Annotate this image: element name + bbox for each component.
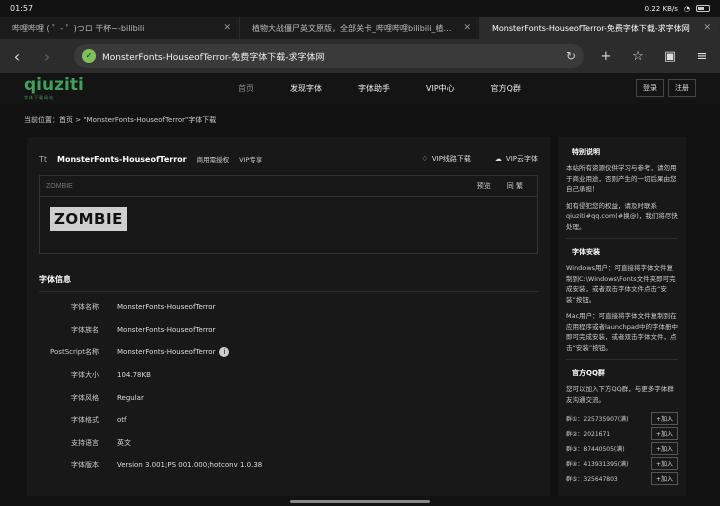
close-tab-icon[interactable]: ✕ <box>463 23 471 33</box>
info-row: 字体风格 Regular <box>71 393 144 402</box>
wifi-icon: ◔ <box>683 4 690 13</box>
address-bar[interactable]: ✓ MonsterFonts-HouseofTerror-免费字体下载-求字体网… <box>74 44 584 68</box>
info-row: 字体名称 MonsterFonts-HouseofTerror <box>71 303 216 312</box>
plus-icon[interactable]: + <box>596 49 616 64</box>
tab-strip: 哔哩哔哩 ( ゜- ゜)つロ 干杯~-bilibili ✕ 植物大战僵尸英文原版… <box>0 17 720 39</box>
notice-contact: 如有侵犯您的权益，请及时联系qiuziti#qq.com(#换@)，我们将尽快处… <box>566 201 678 231</box>
site-header: qiuziti 字体下载网站 首页 发现字体 字体助手 VIP中心 官方Q群 登… <box>0 73 720 103</box>
join-group-button[interactable]: +加入 <box>650 472 678 485</box>
nav-discover[interactable]: 发现字体 <box>290 83 322 94</box>
install-windows: Windows用户：可直接将字体文件复制到C:\Windows\Fonts文件夹… <box>566 264 676 304</box>
nav-qq-group[interactable]: 官方Q群 <box>491 83 521 94</box>
login-button[interactable]: 登录 <box>636 79 664 97</box>
network-speed: 0.22 KB/s <box>644 4 678 13</box>
info-icon[interactable]: i <box>219 347 230 358</box>
info-row: 字体大小 104.78KB <box>71 371 151 380</box>
menu-icon[interactable]: ≡ <box>692 49 712 64</box>
qq-title: 官方QQ群 <box>572 369 605 377</box>
status-bar: 01:57 0.22 KB/s ◔ <box>0 0 720 17</box>
info-row: 字体族名 MonsterFonts-HouseofTerror <box>71 325 216 334</box>
cloud-icon: ☁ <box>494 155 502 163</box>
notice-text: 本站所有资源仅供学习与参考，请勿用于商业用途，否则产生的一切后果由您自己承担！ <box>566 164 677 193</box>
font-panel: Tt MonsterFonts-HouseofTerror 商用需授权 VIP专… <box>27 137 550 496</box>
info-table: 字体名称 MonsterFonts-HouseofTerror 字体族名 Mon… <box>39 296 538 477</box>
qq-group-row: 群③：87440505(满) +加入 <box>566 441 678 456</box>
tab-title: MonsterFonts-HouseofTerror-免费字体下载-求字体网 <box>492 23 690 33</box>
browser-tab-pvz[interactable]: 植物大战僵尸英文原版，全部关卡_哔哩哔哩bilibili_植物大战僵尸 ✕ <box>240 17 480 39</box>
vip-download-button[interactable]: ♢ VIP线路下载 <box>422 154 471 164</box>
browser-toolbar: ‹ › ✓ MonsterFonts-HouseofTerror-免费字体下载-… <box>0 39 720 73</box>
font-title: MonsterFonts-HouseofTerror <box>57 154 187 164</box>
info-row: 字体版本 Version 3.001;PS 001.000;hotconv 1.… <box>71 461 263 470</box>
join-group-button[interactable]: +加入 <box>650 427 678 440</box>
preview-button[interactable]: 预览 <box>469 181 499 191</box>
breadcrumb: 当前位置：首页 > "MonsterFonts-HouseofTerror"字体… <box>24 116 217 124</box>
info-row: PostScript名称 MonsterFonts-HouseofTerror … <box>39 341 538 364</box>
browser-tab-font[interactable]: MonsterFonts-HouseofTerror-免费字体下载-求字体网 ✕ <box>480 17 720 39</box>
forward-icon[interactable]: › <box>38 47 56 66</box>
preview-area: ZOMBIE <box>39 197 538 254</box>
info-row: 支持语言 英文 <box>71 438 131 447</box>
register-button[interactable]: 注册 <box>668 79 696 97</box>
install-mac: Mac用户：可直接将字体文件复制到在应用程序或者launchpad中的字体册中即… <box>566 312 678 352</box>
site-logo[interactable]: qiuziti 字体下载网站 <box>24 75 114 101</box>
lock-icon: ✓ <box>82 49 96 63</box>
qq-group-row: 群⑤：325647803 +加入 <box>566 471 678 486</box>
preview-input[interactable] <box>46 182 469 190</box>
font-sample: ZOMBIE <box>50 207 127 231</box>
join-group-button[interactable]: +加入 <box>650 442 678 455</box>
star-icon[interactable]: ☆ <box>628 49 648 64</box>
status-time: 01:57 <box>10 4 34 13</box>
main-nav: 首页 发现字体 字体助手 VIP中心 官方Q群 <box>238 83 521 94</box>
qq-desc: 您可以加入下方QQ群，与更多字体群友沟通交流。 <box>566 385 674 404</box>
sidebar: 特别说明 本站所有资源仅供学习与参考，请勿用于商业用途，否则产生的一切后果由您自… <box>558 137 686 496</box>
join-group-button[interactable]: +加入 <box>650 457 678 470</box>
notice-title: 特别说明 <box>572 148 600 156</box>
preview-bar: 预览 同 繁 <box>39 175 538 197</box>
convert-button[interactable]: 同 繁 <box>499 181 531 191</box>
qq-group-row: 群④：413931395(满) +加入 <box>566 456 678 471</box>
font-icon: Tt <box>39 154 48 164</box>
diamond-icon: ♢ <box>421 155 428 163</box>
vip-tag: VIP专享 <box>239 156 263 164</box>
close-tab-icon[interactable]: ✕ <box>223 23 231 33</box>
back-icon[interactable]: ‹ <box>8 47 26 66</box>
qq-group-row: 群①：225735907(满) +加入 <box>566 411 678 426</box>
vip-cloud-button[interactable]: ☁ VIP云字体 <box>495 154 538 164</box>
tab-title: 哔哩哔哩 ( ゜- ゜)つロ 干杯~-bilibili <box>12 23 145 33</box>
close-tab-icon[interactable]: ✕ <box>703 23 711 33</box>
battery-icon <box>696 5 710 12</box>
license-tag: 商用需授权 <box>196 156 230 164</box>
info-title: 字体信息 <box>39 274 538 292</box>
extension-icon[interactable]: ▣ <box>660 49 680 64</box>
join-group-button[interactable]: +加入 <box>650 412 678 425</box>
browser-tab-bilibili[interactable]: 哔哩哔哩 ( ゜- ゜)つロ 干杯~-bilibili ✕ <box>0 17 240 39</box>
url-text: MonsterFonts-HouseofTerror-免费字体下载-求字体网 <box>102 52 325 63</box>
main-content: Tt MonsterFonts-HouseofTerror 商用需授权 VIP专… <box>0 137 720 496</box>
nav-vip[interactable]: VIP中心 <box>426 83 455 94</box>
nav-home[interactable]: 首页 <box>238 83 254 94</box>
info-row: 字体格式 otf <box>71 416 127 425</box>
install-title: 字体安装 <box>572 248 600 256</box>
reload-icon[interactable]: ↻ <box>566 49 576 63</box>
qq-group-row: 群②：2021671 +加入 <box>566 426 678 441</box>
tab-title: 植物大战僵尸英文原版，全部关卡_哔哩哔哩bilibili_植物大战僵尸 <box>252 23 452 33</box>
font-header: Tt MonsterFonts-HouseofTerror 商用需授权 VIP专… <box>39 147 538 171</box>
nav-assistant[interactable]: 字体助手 <box>358 83 390 94</box>
home-indicator[interactable] <box>290 500 430 503</box>
